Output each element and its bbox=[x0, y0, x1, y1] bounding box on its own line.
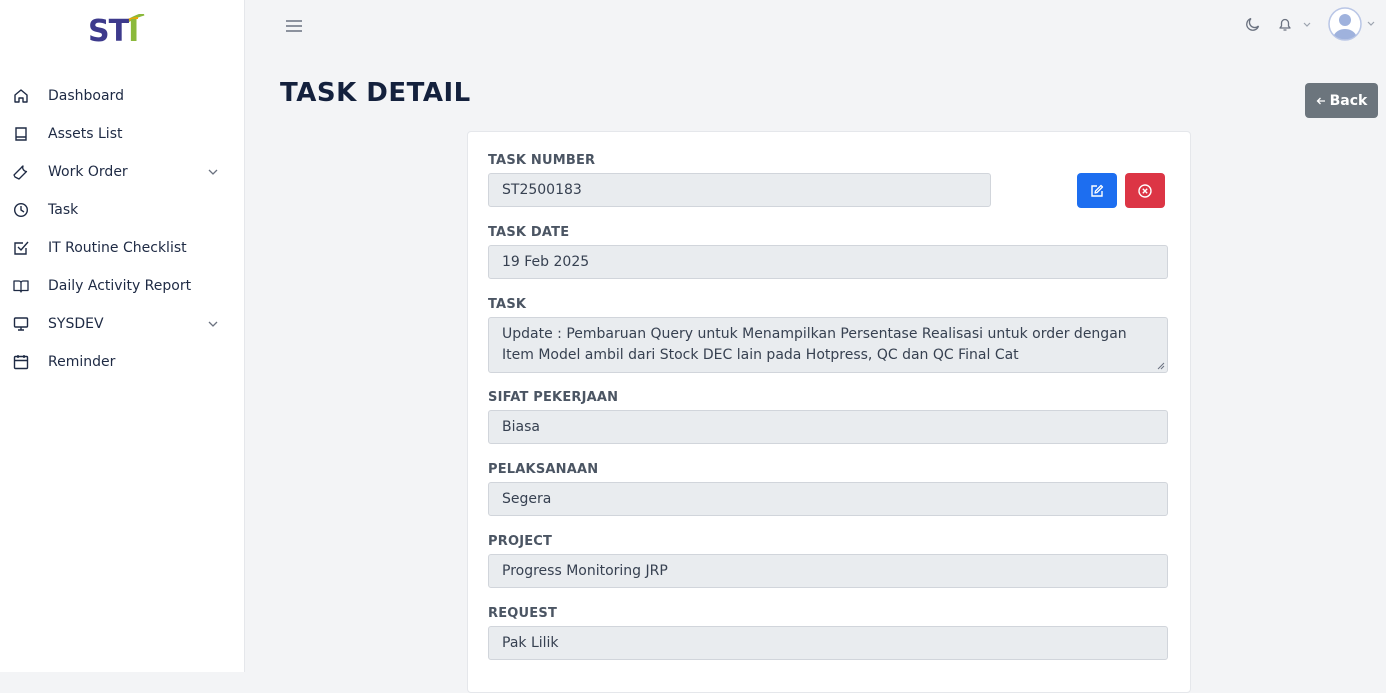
sidebar-item-label: Dashboard bbox=[48, 88, 124, 104]
book-icon bbox=[15, 127, 27, 141]
sidebar-item-dashboard[interactable]: Dashboard bbox=[0, 77, 244, 115]
logo-letter-s: S bbox=[88, 14, 110, 49]
sidebar-item-it-routine-checklist[interactable]: IT Routine Checklist bbox=[0, 229, 244, 267]
request-field[interactable]: Pak Lilik bbox=[488, 626, 1168, 660]
logo-letter-t: T bbox=[108, 14, 129, 49]
task-number-label: TASK NUMBER bbox=[488, 153, 596, 168]
project-label: PROJECT bbox=[488, 534, 553, 549]
hamburger-menu-icon[interactable] bbox=[285, 18, 303, 34]
sidebar-item-label: IT Routine Checklist bbox=[48, 240, 187, 256]
task-text: Update : Pembaruan Query untuk Menampilk… bbox=[502, 326, 1127, 363]
edit-icon bbox=[1091, 184, 1104, 197]
request-label: REQUEST bbox=[488, 606, 558, 621]
sidebar-item-label: SYSDEV bbox=[48, 316, 104, 332]
sidebar-item-label: Daily Activity Report bbox=[48, 278, 192, 294]
sidebar-item-work-order[interactable]: Work Order bbox=[0, 153, 244, 191]
back-button-label: Back bbox=[1329, 92, 1368, 109]
task-date-field[interactable]: 19 Feb 2025 bbox=[488, 245, 1168, 279]
project-field[interactable]: Progress Monitoring JRP bbox=[488, 554, 1168, 588]
pelaksanaan-label: PELAKSANAAN bbox=[488, 462, 599, 477]
close-circle-icon bbox=[1138, 183, 1152, 198]
sti-logo[interactable]: STI bbox=[88, 14, 148, 50]
sidebar-item-daily-activity-report[interactable]: Daily Activity Report bbox=[0, 267, 244, 305]
sidebar-item-reminder[interactable]: Reminder bbox=[0, 343, 244, 381]
sidebar-item-label: Assets List bbox=[48, 126, 123, 142]
home-icon bbox=[14, 89, 28, 103]
sifat-pekerjaan-field[interactable]: Biasa bbox=[488, 410, 1168, 444]
book-open-icon bbox=[13, 280, 29, 293]
logo-letter-i: I bbox=[128, 14, 139, 49]
sidebar-item-label: Task bbox=[48, 202, 79, 218]
arrow-left-icon bbox=[1316, 97, 1325, 104]
sidebar-item-label: Work Order bbox=[48, 164, 128, 180]
bell-icon[interactable] bbox=[1277, 16, 1293, 32]
sidebar-item-label: Reminder bbox=[48, 354, 116, 370]
sidebar: STI Dashboard Assets List Work Order Tas… bbox=[0, 0, 245, 672]
sidebar-item-sysdev[interactable]: SYSDEV bbox=[0, 305, 244, 343]
wrench-icon bbox=[13, 165, 28, 180]
resize-handle-icon[interactable] bbox=[1157, 362, 1165, 370]
sifat-pekerjaan-label: SIFAT PEKERJAAN bbox=[488, 390, 619, 405]
page-title: TASK DETAIL bbox=[280, 78, 471, 108]
delete-button[interactable] bbox=[1125, 173, 1165, 208]
sidebar-item-task[interactable]: Task bbox=[0, 191, 244, 229]
pelaksanaan-field[interactable]: Segera bbox=[488, 482, 1168, 516]
back-button[interactable]: Back bbox=[1305, 83, 1378, 118]
chevron-down-icon bbox=[208, 321, 218, 327]
logo-text: STI bbox=[88, 14, 139, 50]
user-avatar-icon[interactable] bbox=[1328, 7, 1362, 41]
sidebar-nav: Dashboard Assets List Work Order Task IT… bbox=[0, 77, 244, 381]
sidebar-item-assets-list[interactable]: Assets List bbox=[0, 115, 244, 153]
task-date-label: TASK DATE bbox=[488, 225, 570, 240]
moon-icon[interactable] bbox=[1245, 16, 1261, 32]
chevron-down-icon bbox=[1367, 21, 1375, 26]
monitor-icon bbox=[13, 317, 29, 331]
clock-icon bbox=[13, 202, 29, 218]
task-textarea[interactable]: Update : Pembaruan Query untuk Menampilk… bbox=[488, 317, 1168, 373]
task-label: TASK bbox=[488, 297, 527, 312]
chevron-down-icon bbox=[1303, 22, 1311, 27]
edit-button[interactable] bbox=[1077, 173, 1117, 208]
chevron-down-icon bbox=[208, 169, 218, 175]
calendar-icon bbox=[13, 355, 29, 370]
task-number-field[interactable]: ST2500183 bbox=[488, 173, 991, 207]
check-square-icon bbox=[14, 241, 29, 255]
